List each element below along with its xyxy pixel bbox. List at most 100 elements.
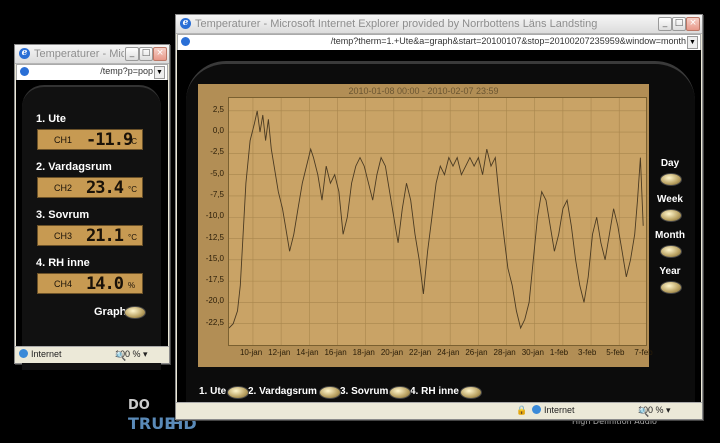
sensor-link-1[interactable]: 1. Ute	[199, 386, 226, 397]
lcd-display-3: CH3 21.1 °C	[37, 225, 143, 246]
lcd-display-2: CH2 23.4 °C	[37, 177, 143, 198]
main-url: /temp?therm=1.+Ute&a=graph&start=2010010…	[330, 36, 686, 46]
sensor-link-3[interactable]: 3. Sovrum	[340, 386, 388, 397]
close-button[interactable]: ×	[153, 47, 167, 61]
temperature-value: 21.1	[86, 226, 124, 246]
magnifier-icon: 🔍	[638, 407, 650, 417]
period-button-week[interactable]	[660, 209, 682, 222]
main-status-bar: 🔒 Internet 🔍 100 % ▾	[176, 402, 702, 419]
page-icon	[20, 67, 29, 76]
sensor-panel: 1. Ute CH1 -11.9 °C 2. Vardagsrum CH2 23…	[22, 85, 161, 370]
temperature-chart	[228, 98, 648, 345]
popup-window[interactable]: e Temperaturer - Micros... _ □ × /temp?p…	[14, 44, 170, 370]
lock-icon: 🔒	[516, 405, 528, 415]
y-tick-label: -12,5	[205, 232, 224, 242]
maximize-button[interactable]: □	[139, 47, 153, 61]
channel-label: CH3	[54, 231, 73, 241]
x-tick-label: 3-feb	[578, 348, 597, 357]
zoom-control[interactable]: 🔍 100 % ▾	[638, 405, 671, 417]
sensor-name-1: 1. Ute	[36, 113, 66, 125]
period-label-day[interactable]: Day	[650, 158, 690, 169]
main-address-bar[interactable]: /temp?therm=1.+Ute&a=graph&start=2010010…	[177, 34, 701, 51]
x-tick-label: 22-jan	[409, 348, 432, 357]
y-tick-label: -15,0	[205, 253, 224, 263]
x-tick-label: 26-jan	[465, 348, 488, 357]
chevron-down-icon[interactable]: ▼	[154, 66, 165, 79]
chart-title: 2010-01-08 00:00 - 2010-02-07 23:59	[348, 86, 499, 96]
series-line	[228, 110, 644, 330]
x-tick-label: 28-jan	[493, 348, 516, 357]
x-tick-label: 7-feb	[634, 348, 653, 357]
x-tick-label: 16-jan	[324, 348, 347, 357]
sensor-button-4[interactable]	[460, 386, 482, 399]
lcd-display-4: CH4 14.0 %	[37, 273, 143, 294]
unit-label: °C	[128, 185, 137, 194]
popup-titlebar[interactable]: e Temperaturer - Micros... _ □ ×	[15, 45, 169, 64]
period-label-year[interactable]: Year	[650, 266, 690, 277]
y-tick-label: -22,5	[205, 317, 224, 327]
y-tick-label: -20,0	[205, 296, 224, 306]
main-window[interactable]: e Temperaturer - Microsoft Internet Expl…	[175, 14, 703, 420]
close-button[interactable]: ×	[686, 17, 700, 31]
x-tick-label: 10-jan	[239, 348, 263, 357]
period-label-week[interactable]: Week	[650, 194, 690, 205]
ie-icon: e	[180, 18, 191, 29]
status-zone: Internet	[532, 405, 575, 415]
graph-link[interactable]: Graph	[94, 306, 126, 318]
unit-label: °C	[128, 137, 137, 146]
ie-icon: e	[19, 48, 30, 59]
y-tick-label: -17,5	[205, 275, 224, 285]
x-tick-label: 12-jan	[268, 348, 291, 357]
status-zone: Internet	[19, 349, 62, 359]
sensor-link-2[interactable]: 2. Vardagsrum	[248, 386, 317, 397]
page-icon	[181, 37, 190, 46]
maximize-button[interactable]: □	[672, 17, 686, 31]
period-button-month[interactable]	[660, 245, 682, 258]
y-tick-label: -5,0	[210, 168, 224, 178]
lcd-display-1: CH1 -11.9 °C	[37, 129, 143, 150]
x-tick-label: 5-feb	[606, 348, 625, 357]
temperature-value: -11.9	[86, 130, 133, 150]
y-tick-label: 0,0	[212, 126, 224, 136]
x-tick-label: 1-feb	[549, 348, 569, 357]
desktop-logo-dolby: DO	[128, 398, 150, 413]
channel-label: CH4	[54, 279, 73, 289]
y-tick-label: 2,5	[212, 104, 224, 114]
main-titlebar[interactable]: e Temperaturer - Microsoft Internet Expl…	[176, 15, 702, 34]
sensor-name-2: 2. Vardagsrum	[36, 161, 112, 173]
humidity-value: 14.0	[86, 274, 124, 294]
sensor-name-3: 3. Sovrum	[36, 209, 90, 221]
magnifier-icon: 🔍	[115, 351, 127, 361]
main-title: Temperaturer - Microsoft Internet Explor…	[195, 18, 598, 30]
x-tick-label: 18-jan	[352, 348, 375, 357]
period-button-year[interactable]	[660, 281, 682, 294]
unit-label: °C	[128, 233, 137, 242]
popup-address-bar[interactable]: /temp?p=pop ▼	[16, 64, 168, 81]
graph-button[interactable]	[124, 306, 146, 319]
x-tick-label: 24-jan	[437, 348, 460, 357]
y-tick-label: -10,0	[205, 211, 224, 221]
y-tick-label: -7,5	[210, 189, 224, 199]
y-tick-label: -2,5	[210, 147, 224, 157]
channel-label: CH1	[54, 135, 73, 145]
unit-label: %	[128, 281, 136, 290]
popup-title: Temperaturer - Micros...	[34, 48, 124, 60]
x-tick-label: 20-jan	[380, 348, 404, 357]
sensor-button-1[interactable]	[227, 386, 249, 399]
x-tick-label: 30-jan	[521, 348, 544, 357]
popup-status-bar: Internet 🔍 100 % ▾	[15, 346, 169, 363]
sensor-name-4: 4. RH inne	[36, 257, 90, 269]
period-button-day[interactable]	[660, 173, 682, 186]
globe-icon	[532, 405, 541, 414]
chevron-down-icon[interactable]: ▼	[687, 36, 698, 49]
desktop-logo-truehd: TRUE	[128, 414, 176, 433]
zoom-control[interactable]: 🔍 100 % ▾	[115, 349, 148, 361]
period-label-month[interactable]: Month	[650, 230, 690, 241]
channel-label: CH2	[54, 183, 73, 193]
minimize-button[interactable]: _	[125, 47, 139, 61]
sensor-button-2[interactable]	[319, 386, 341, 399]
plot-area	[228, 97, 648, 346]
minimize-button[interactable]: _	[658, 17, 672, 31]
sensor-button-3[interactable]	[389, 386, 411, 399]
sensor-link-4[interactable]: 4. RH inne	[410, 386, 459, 397]
